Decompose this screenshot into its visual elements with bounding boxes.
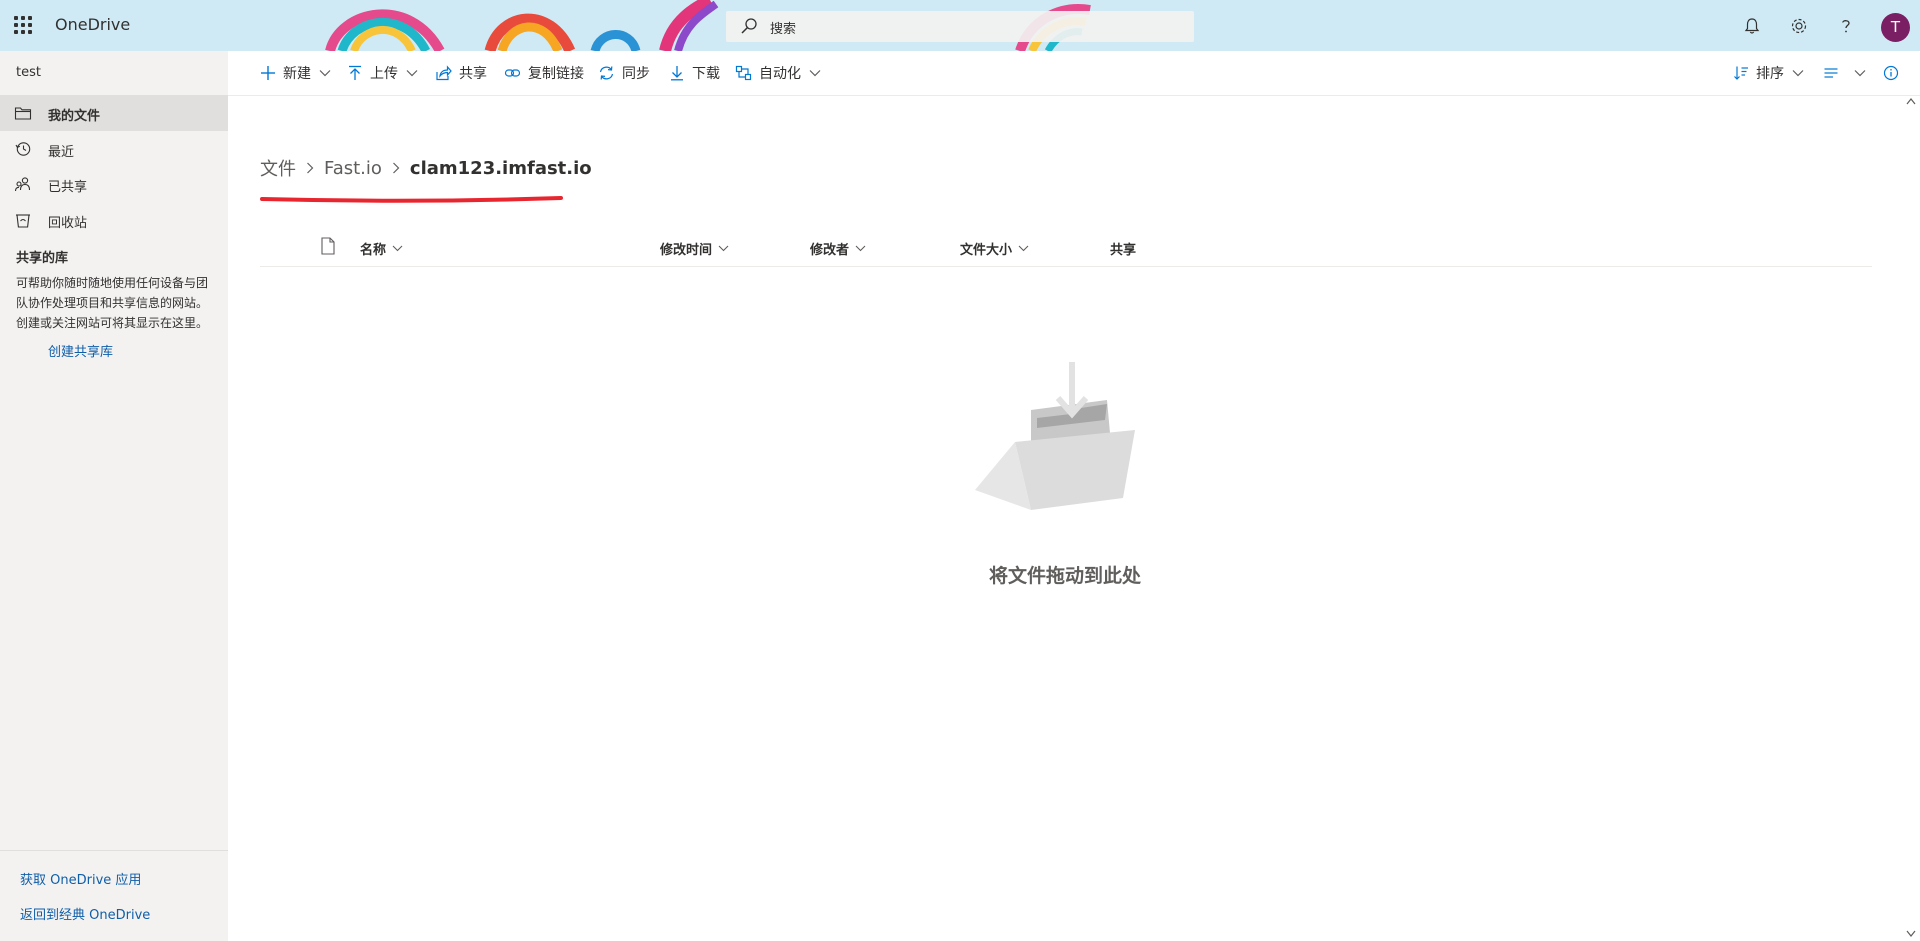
search-icon	[741, 18, 757, 34]
search-placeholder: 搜索	[770, 22, 797, 37]
breadcrumb-item-fastio[interactable]: Fast.io	[324, 158, 382, 179]
return-to-classic-link[interactable]: 返回到经典 OneDrive	[20, 904, 150, 923]
chevron-down-icon	[1792, 70, 1804, 77]
automate-button[interactable]: 自动化	[735, 51, 821, 95]
gear-icon[interactable]	[1789, 16, 1809, 36]
sidebar-item-label: 回收站	[48, 216, 88, 231]
chevron-down-icon	[319, 70, 331, 77]
help-icon[interactable]	[1836, 16, 1856, 36]
sync-icon	[599, 66, 614, 80]
chevron-right-icon	[392, 162, 400, 174]
copy-link-button[interactable]: 复制链接	[504, 51, 584, 95]
breadcrumb: 文件 Fast.io clam123.imfast.io	[260, 155, 592, 181]
user-name: test	[16, 65, 41, 80]
column-header-modified[interactable]: 修改时间	[660, 239, 729, 258]
sync-button[interactable]: 同步	[598, 51, 650, 95]
sidebar-item-recent[interactable]: 最近	[0, 131, 228, 167]
share-icon	[436, 65, 452, 81]
breadcrumb-item-current: clam123.imfast.io	[409, 157, 592, 179]
empty-folder-illustration	[975, 362, 1135, 510]
chevron-down-icon	[718, 245, 729, 252]
red-underline-annotation	[260, 196, 563, 203]
sidebar-item-label: 我的文件	[48, 109, 101, 124]
sidebar-item-label: 最近	[48, 145, 75, 160]
plus-icon	[261, 66, 275, 80]
create-shared-library-link[interactable]: 创建共享库	[48, 341, 113, 360]
avatar[interactable]: T	[1881, 13, 1910, 42]
chevron-down-icon	[406, 70, 418, 77]
history-icon	[15, 142, 31, 156]
download-button[interactable]: 下载	[669, 51, 720, 95]
new-button[interactable]: 新建	[260, 51, 331, 95]
list-view-icon	[1824, 68, 1838, 78]
breadcrumb-item-files[interactable]: 文件	[260, 155, 296, 181]
chevron-right-icon	[307, 162, 314, 174]
download-icon	[671, 66, 683, 81]
recycle-bin-icon	[16, 214, 30, 228]
sidebar-divider	[0, 850, 228, 851]
details-pane-button[interactable]	[1883, 51, 1906, 95]
bell-icon[interactable]	[1742, 16, 1762, 36]
automate-icon	[735, 65, 752, 81]
search-input[interactable]: 搜索	[726, 11, 1194, 42]
sidebar-item-label: 已共享	[48, 180, 88, 195]
top-header: OneDrive 搜索 T	[0, 0, 1920, 52]
vertical-scrollbar[interactable]	[1904, 96, 1918, 941]
shared-libraries-heading: 共享的库	[16, 251, 69, 266]
link-icon	[504, 69, 521, 77]
chevron-down-icon	[809, 70, 821, 77]
people-icon	[14, 177, 31, 192]
left-nav: test 我的文件 最近 已共享 回收站 共享的库 可帮助你随时随地使用任何设备…	[0, 51, 228, 941]
sidebar-item-recycle-bin[interactable]: 回收站	[0, 202, 228, 238]
share-button[interactable]: 共享	[435, 51, 487, 95]
chevron-down-icon	[855, 245, 866, 252]
upload-icon	[349, 65, 361, 80]
chevron-down-icon	[392, 245, 403, 252]
column-header-name[interactable]: 名称	[360, 239, 403, 258]
column-header-file-size[interactable]: 文件大小	[960, 239, 1029, 258]
sort-icon	[1734, 66, 1748, 80]
app-launcher-icon[interactable]	[14, 16, 32, 34]
file-type-icon[interactable]	[320, 237, 336, 255]
command-bar: 新建 上传 共享 复制链接 同步 下载 自动化 排序	[228, 51, 1920, 96]
view-options-button[interactable]	[1823, 51, 1866, 95]
chevron-down-icon	[1018, 245, 1029, 252]
column-header-sharing[interactable]: 共享	[1110, 239, 1136, 258]
empty-state-message: 将文件拖动到此处	[988, 565, 1141, 587]
get-onedrive-app-link[interactable]: 获取 OneDrive 应用	[20, 869, 141, 888]
shared-libraries-description: 可帮助你随时随地使用任何设备与团队协作处理项目和共享信息的网站。创建或关注网站可…	[16, 276, 209, 330]
app-name[interactable]: OneDrive	[55, 15, 130, 34]
upload-button[interactable]: 上传	[347, 51, 418, 95]
column-header-modified-by[interactable]: 修改者	[810, 239, 866, 258]
sort-button[interactable]: 排序	[1733, 51, 1804, 95]
chevron-down-icon	[1854, 70, 1866, 77]
file-list-header: 名称 修改时间 修改者 文件大小 共享	[260, 228, 1872, 267]
folder-icon	[14, 107, 32, 120]
info-icon	[1883, 65, 1899, 81]
sidebar-item-shared[interactable]: 已共享	[0, 166, 228, 202]
sidebar-item-my-files[interactable]: 我的文件	[0, 95, 228, 131]
